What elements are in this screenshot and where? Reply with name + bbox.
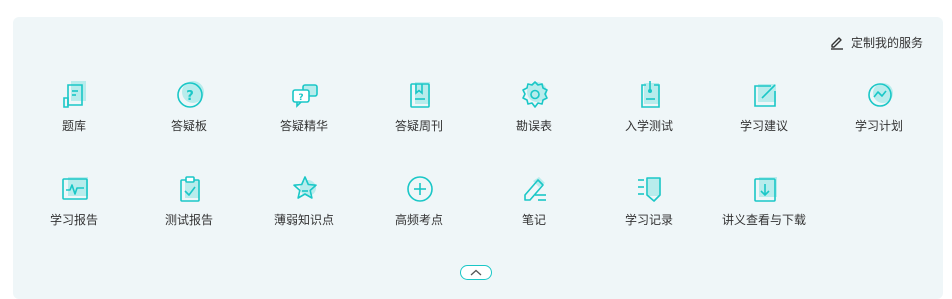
service-item-weak-points[interactable]: 薄弱知识点 <box>247 169 361 235</box>
service-item-qa-essence[interactable]: ? 答疑精华 <box>247 75 361 141</box>
service-item-study-plan[interactable]: 学习计划 <box>822 75 936 141</box>
pencil-icon <box>830 37 843 50</box>
service-label: 学习建议 <box>739 119 788 133</box>
plus-circle-icon <box>407 176 433 202</box>
service-row: 题库 ? 答疑板 ? 答疑精华 答疑周刊 勘误表 入学测试 学习建议 学习计划 <box>13 75 943 145</box>
download-document-icon <box>754 177 777 202</box>
service-label: 讲义查看与下载 <box>721 213 806 227</box>
svg-text:?: ? <box>298 93 303 103</box>
service-label: 薄弱知识点 <box>273 213 334 227</box>
collapse-button[interactable] <box>460 265 492 280</box>
service-panel: 定制我的服务 题库 ? 答疑板 ? 答疑精华 答疑周刊 勘误表 入学测试 学习建… <box>13 17 943 299</box>
question-bank-icon <box>63 81 86 108</box>
list-record-icon <box>638 177 661 202</box>
bookmark-book-icon <box>410 82 430 108</box>
gear-icon <box>522 81 548 108</box>
pin-document-icon <box>641 81 660 108</box>
service-label: 笔记 <box>521 213 546 227</box>
edit-square-icon <box>754 84 776 107</box>
service-label: 答疑周刊 <box>394 119 443 133</box>
pen-note-icon <box>524 177 546 201</box>
service-item-study-record[interactable]: 学习记录 <box>592 169 706 235</box>
service-item-notes[interactable]: 笔记 <box>477 169 591 235</box>
question-mark-bubble-icon: ? <box>177 81 204 108</box>
service-label: 勘误表 <box>515 119 552 133</box>
service-label: 题库 <box>61 119 86 133</box>
service-label: 学习报告 <box>49 213 98 227</box>
service-item-high-frequency[interactable]: 高频考点 <box>362 169 476 235</box>
service-label: 入学测试 <box>624 119 673 133</box>
chevron-up-icon <box>470 269 482 276</box>
service-item-errata[interactable]: 勘误表 <box>477 75 591 141</box>
svg-text:?: ? <box>186 89 194 104</box>
service-item-qa-weekly[interactable]: 答疑周刊 <box>362 75 476 141</box>
service-item-study-report[interactable]: 学习报告 <box>17 169 131 235</box>
service-item-entrance-test[interactable]: 入学测试 <box>592 75 706 141</box>
service-item-study-advice[interactable]: 学习建议 <box>707 75 821 141</box>
customize-services-label: 定制我的服务 <box>850 35 923 50</box>
service-label: 答疑板 <box>170 119 207 133</box>
service-label: 学习记录 <box>624 213 673 227</box>
service-item-test-report[interactable]: 测试报告 <box>132 169 246 235</box>
service-label: 高频考点 <box>394 213 443 227</box>
pulse-monitor-icon <box>62 177 88 200</box>
service-item-qa-board[interactable]: ? 答疑板 <box>132 75 246 141</box>
star-icon <box>293 176 317 199</box>
service-item-question-bank[interactable]: 题库 <box>17 75 131 141</box>
service-row: 学习报告 测试报告 薄弱知识点 高频考点 笔记 学习记录 讲义查看与下载 <box>13 169 943 239</box>
clipboard-check-icon <box>180 176 200 202</box>
service-label: 学习计划 <box>854 119 903 133</box>
service-item-handouts[interactable]: 讲义查看与下载 <box>707 169 821 235</box>
chat-bubbles-icon: ? <box>292 84 318 108</box>
service-label: 测试报告 <box>164 213 213 227</box>
customize-services-link[interactable]: 定制我的服务 <box>829 33 923 51</box>
trend-circle-icon <box>868 83 893 107</box>
service-label: 答疑精华 <box>279 119 328 133</box>
